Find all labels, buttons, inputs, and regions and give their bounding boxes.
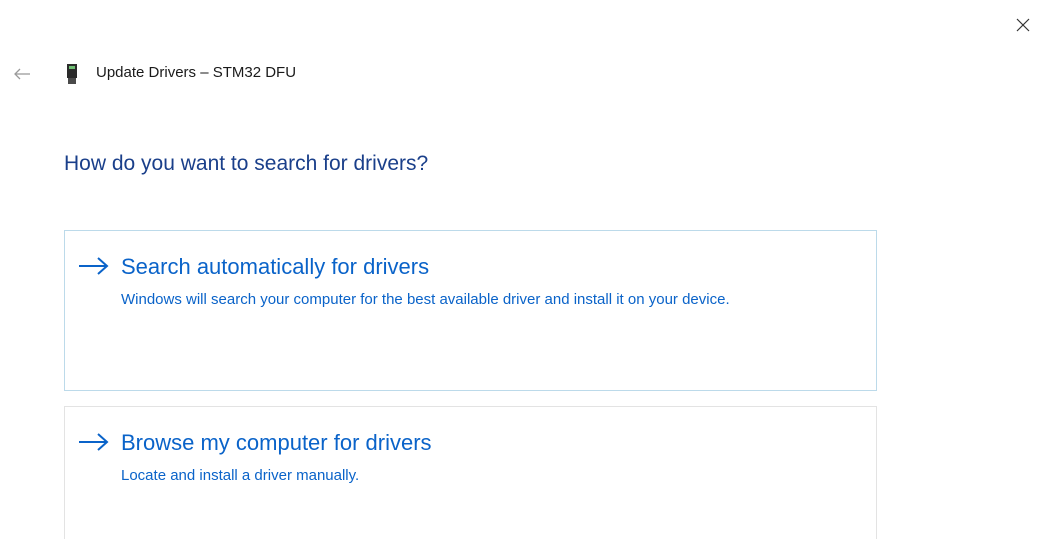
back-button[interactable] (8, 60, 36, 88)
arrow-right-icon (79, 433, 109, 451)
close-button[interactable] (1006, 8, 1040, 42)
close-icon (1016, 18, 1030, 32)
title-bar: Update Drivers – STM32 DFU (0, 56, 900, 94)
window-title: Update Drivers – STM32 DFU (96, 64, 297, 81)
usb-device-icon (67, 64, 77, 84)
option-description: Locate and install a driver manually. (121, 467, 360, 484)
option-title: Search automatically for drivers (121, 254, 430, 279)
update-drivers-dialog: Update Drivers – STM32 DFU How do you wa… (0, 0, 1040, 539)
back-arrow-icon (14, 68, 30, 80)
search-automatically-option[interactable]: Search automatically for drivers Windows… (64, 230, 877, 391)
page-heading: How do you want to search for drivers? (64, 152, 429, 175)
browse-computer-option[interactable]: Browse my computer for drivers Locate an… (64, 406, 877, 539)
option-title: Browse my computer for drivers (121, 430, 432, 455)
arrow-right-icon (79, 257, 109, 275)
option-description: Windows will search your computer for th… (121, 291, 730, 308)
